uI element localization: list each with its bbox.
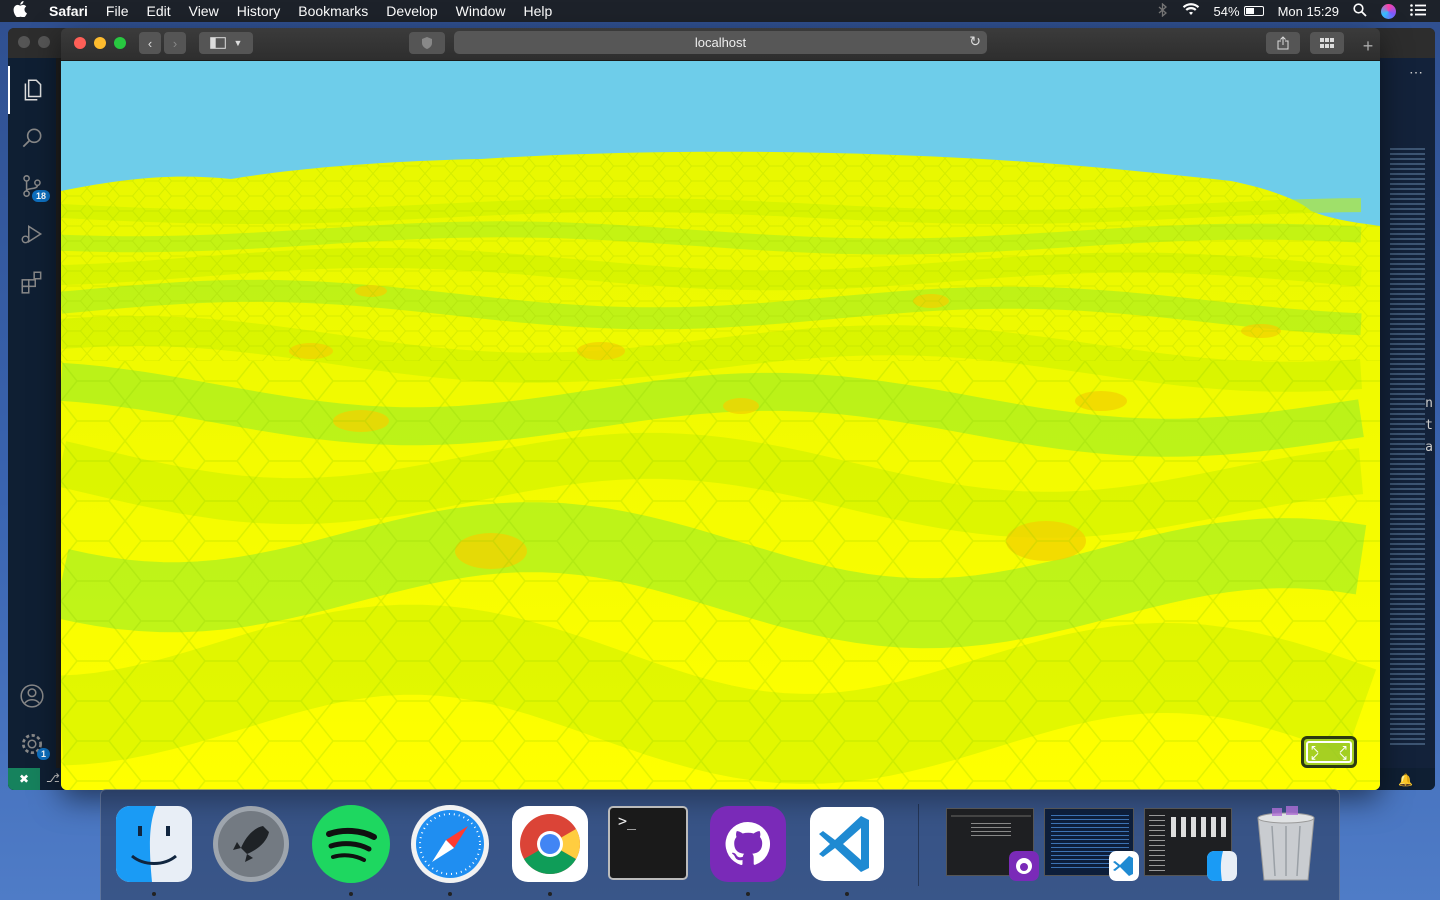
hex-terrain-scene: [61, 151, 1380, 790]
menu-bar: Safari File Edit View History Bookmarks …: [0, 0, 1440, 22]
running-indicator: [845, 892, 849, 896]
running-indicator: [152, 892, 156, 896]
window-close-dot[interactable]: [18, 36, 30, 48]
chrome-icon[interactable]: [510, 804, 590, 896]
menu-app-name[interactable]: Safari: [40, 0, 97, 22]
fullscreen-expand-icon: ↖ ↗ ↙ ↘: [1306, 741, 1352, 763]
menu-view[interactable]: View: [180, 0, 228, 22]
battery-percent: 54%: [1213, 3, 1240, 19]
accounts-icon[interactable]: [8, 672, 56, 720]
run-debug-icon[interactable]: [8, 210, 56, 258]
tab-overview-icon: [1320, 38, 1334, 48]
menu-bookmarks[interactable]: Bookmarks: [289, 0, 377, 22]
extensions-icon[interactable]: [8, 258, 56, 306]
settings-badge: 1: [36, 748, 50, 760]
zoom-window-button[interactable]: [114, 37, 126, 49]
battery-icon: [1243, 6, 1264, 16]
shield-icon: [422, 37, 432, 49]
safari-window: ‹ › ▼ localhost ↻ + ↖ ↗ ↙ ↘: [61, 28, 1380, 790]
running-indicator: [448, 892, 452, 896]
search-icon[interactable]: [8, 114, 56, 162]
share-icon: [1277, 36, 1289, 50]
source-control-badge: 18: [31, 190, 50, 202]
fullscreen-button[interactable]: ↖ ↗ ↙ ↘: [1301, 736, 1357, 768]
menu-history[interactable]: History: [228, 0, 290, 22]
menu-file[interactable]: File: [97, 0, 138, 22]
git-branch-icon[interactable]: ⎇: [46, 771, 60, 785]
finder-mini-icon: [1207, 851, 1237, 881]
spotify-icon[interactable]: [311, 804, 391, 896]
webgl-canvas[interactable]: ↖ ↗ ↙ ↘: [61, 61, 1380, 790]
launchpad-icon[interactable]: [211, 804, 291, 884]
remote-indicator-icon[interactable]: ✖: [8, 768, 40, 790]
running-indicator: [548, 892, 552, 896]
back-button[interactable]: ‹: [139, 32, 161, 54]
finder-icon[interactable]: [114, 804, 194, 896]
clock[interactable]: Mon 15:29: [1278, 4, 1339, 19]
safari-toolbar: ‹ › ▼ localhost ↻ +: [61, 28, 1380, 61]
trash-icon[interactable]: [1246, 804, 1326, 884]
window-minimize-dot[interactable]: [38, 36, 50, 48]
menu-edit[interactable]: Edit: [137, 0, 179, 22]
safari-icon[interactable]: [410, 804, 490, 896]
vscode-activity-bar: 18 1: [8, 58, 56, 768]
minimize-window-button[interactable]: [94, 37, 106, 49]
dock-separator: [918, 804, 919, 886]
privacy-shield-button[interactable]: [409, 32, 445, 54]
bluetooth-icon[interactable]: [1158, 2, 1168, 20]
spotlight-search-icon[interactable]: [1353, 2, 1367, 20]
chevron-down-icon: ▼: [233, 38, 243, 48]
address-text: localhost: [694, 35, 747, 50]
wifi-icon[interactable]: [1182, 3, 1200, 19]
github-window-thumbnail[interactable]: [946, 808, 1039, 881]
more-actions-icon[interactable]: ⋯: [1409, 64, 1423, 81]
tab-overview-button[interactable]: [1310, 32, 1344, 54]
menu-develop[interactable]: Develop: [377, 0, 446, 22]
terminal-prompt: >_: [618, 812, 637, 830]
github-icon[interactable]: [708, 804, 788, 896]
menu-help[interactable]: Help: [514, 0, 561, 22]
dock: >_: [100, 789, 1340, 900]
forward-button[interactable]: ›: [164, 32, 186, 54]
finder-window-thumbnail[interactable]: [1144, 808, 1237, 881]
share-button[interactable]: [1266, 32, 1300, 54]
explorer-icon[interactable]: [8, 66, 56, 114]
vscode-editor-edge: ⋯ n t a: [1380, 58, 1435, 768]
vscode-icon[interactable]: [807, 804, 887, 896]
editor-text-fragment: n t a: [1425, 396, 1433, 455]
sidebar-toggle-button[interactable]: ▼: [199, 32, 253, 54]
terminal-icon[interactable]: >_: [608, 804, 688, 884]
sidebar-icon: [209, 37, 226, 49]
battery-status[interactable]: 54%: [1214, 4, 1264, 19]
reload-icon[interactable]: ↻: [969, 33, 981, 50]
vscode-window-thumbnail[interactable]: [1044, 808, 1139, 881]
close-window-button[interactable]: [74, 37, 86, 49]
minimap[interactable]: [1390, 148, 1425, 748]
vscode-mini-icon: [1109, 851, 1139, 881]
menu-window[interactable]: Window: [447, 0, 515, 22]
new-tab-button[interactable]: +: [1356, 32, 1380, 60]
source-control-icon[interactable]: 18: [8, 162, 56, 210]
notification-center-icon[interactable]: [1410, 3, 1426, 19]
address-bar[interactable]: localhost ↻: [454, 31, 987, 54]
running-indicator: [349, 892, 353, 896]
siri-icon[interactable]: [1381, 3, 1396, 19]
settings-gear-icon[interactable]: 1: [8, 720, 56, 768]
notifications-bell-icon[interactable]: 🔔: [1398, 773, 1413, 787]
github-mini-icon: [1009, 851, 1039, 881]
running-indicator: [746, 892, 750, 896]
apple-menu-icon[interactable]: [0, 1, 40, 21]
